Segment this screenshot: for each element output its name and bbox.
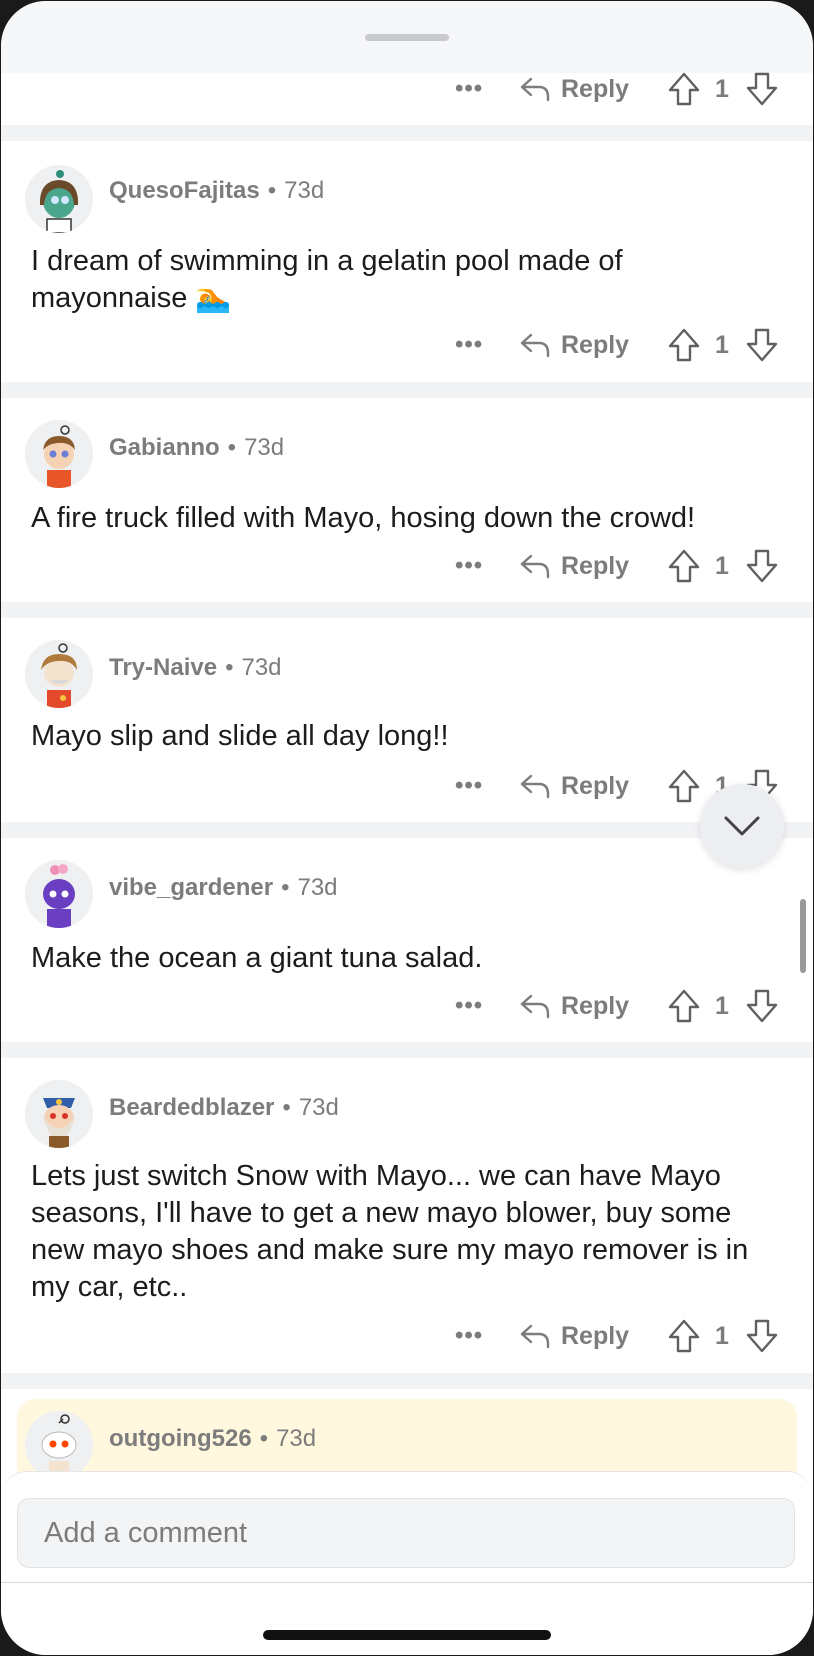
comment-separator [1,822,813,838]
home-indicator[interactable] [263,1630,551,1640]
username[interactable]: Beardedblazer [109,1094,274,1121]
comment-age: 73d [244,434,285,461]
comment-age: 73d [241,654,282,681]
comment-text: Lets just switch Snow with Mayo... we ca… [31,1160,749,1303]
comment-age: 73d [276,1425,317,1452]
upvote-icon[interactable] [667,548,701,584]
avatar[interactable] [25,1080,93,1148]
comment-separator [1,1042,813,1058]
vote-count: 1 [715,331,729,359]
downvote-icon[interactable] [745,327,779,363]
avatar[interactable] [25,420,93,488]
reply-icon[interactable] [519,331,551,359]
add-comment-input[interactable]: Add a comment [17,1498,795,1568]
reply-icon[interactable] [519,75,551,103]
comment-actions: ••• Reply 1 [1,986,813,1026]
reply-button[interactable]: Reply [561,546,629,586]
avatar[interactable] [25,165,93,233]
reply-button[interactable]: Reply [561,325,629,365]
comment-text: I dream of swimming in a gelatin pool ma… [31,245,623,314]
comments-sheet: ••• Reply 1 QuesoFajitas • 73d I dream of … [0,0,814,1656]
username[interactable]: Gabianno [109,434,220,461]
comment-age: 73d [284,177,325,204]
comment-age: 73d [297,874,338,901]
comment-actions: ••• Reply 1 [1,325,813,365]
comment-text: A fire truck filled with Mayo, hosing do… [31,502,696,534]
reply-icon[interactable] [519,552,551,580]
more-options-button[interactable]: ••• [455,69,483,109]
upvote-icon[interactable] [667,71,701,107]
comment-actions: ••• Reply 1 [1,546,813,586]
comment-author[interactable]: vibe_gardener • 73d [109,874,338,902]
reply-button[interactable]: Reply [561,766,629,806]
username[interactable]: Try-Naive [109,654,217,681]
more-options-button[interactable]: ••• [455,546,483,586]
comment-actions: ••• Reply 1 [1,69,813,109]
divider [1,1582,813,1583]
vote-count: 1 [715,75,729,103]
reply-icon[interactable] [519,992,551,1020]
downvote-icon[interactable] [745,1318,779,1354]
comment-author[interactable]: QuesoFajitas • 73d [109,177,324,205]
comment-actions: ••• Reply 1 [1,766,813,806]
comment-separator [1,602,813,618]
reply-icon[interactable] [519,772,551,800]
username[interactable]: outgoing526 [109,1425,252,1452]
upvote-icon[interactable] [667,327,701,363]
more-options-button[interactable]: ••• [455,986,483,1026]
drag-handle[interactable] [365,34,449,41]
upvote-icon[interactable] [667,1318,701,1354]
vote-count: 1 [715,992,729,1020]
comment-author[interactable]: outgoing526 • 73d [109,1425,316,1453]
scrollbar[interactable] [800,899,806,973]
chevron-down-icon [724,816,760,836]
comment-author[interactable]: Try-Naive • 73d [109,654,282,682]
upvote-icon[interactable] [667,988,701,1024]
reply-button[interactable]: Reply [561,69,629,109]
upvote-icon[interactable] [667,768,701,804]
comment-actions: ••• Reply 1 [1,1316,813,1356]
username[interactable]: QuesoFajitas [109,177,260,204]
downvote-icon[interactable] [745,988,779,1024]
avatar[interactable] [25,1411,93,1479]
more-options-button[interactable]: ••• [455,766,483,806]
comment-text: Mayo slip and slide all day long!! [31,720,449,752]
more-options-button[interactable]: ••• [455,325,483,365]
avatar[interactable] [25,860,93,928]
comment-author[interactable]: Beardedblazer • 73d [109,1094,339,1122]
comment-age: 73d [298,1094,339,1121]
reply-icon[interactable] [519,1322,551,1350]
downvote-icon[interactable] [745,548,779,584]
comment-composer: Add a comment [1,1471,813,1655]
more-options-button[interactable]: ••• [455,1316,483,1356]
vote-count: 1 [715,552,729,580]
reply-button[interactable]: Reply [561,1316,629,1356]
comment-author[interactable]: Gabianno • 73d [109,434,284,462]
downvote-icon[interactable] [745,71,779,107]
comment-separator [1,382,813,398]
vote-count: 1 [715,1322,729,1350]
next-comment-button[interactable] [700,784,784,868]
comment-separator [1,1373,813,1389]
comment-separator [1,125,813,141]
reply-button[interactable]: Reply [561,986,629,1026]
sheet-header [1,1,813,73]
username[interactable]: vibe_gardener [109,874,273,901]
comment-text: Make the ocean a giant tuna salad. [31,942,483,974]
avatar[interactable] [25,640,93,708]
